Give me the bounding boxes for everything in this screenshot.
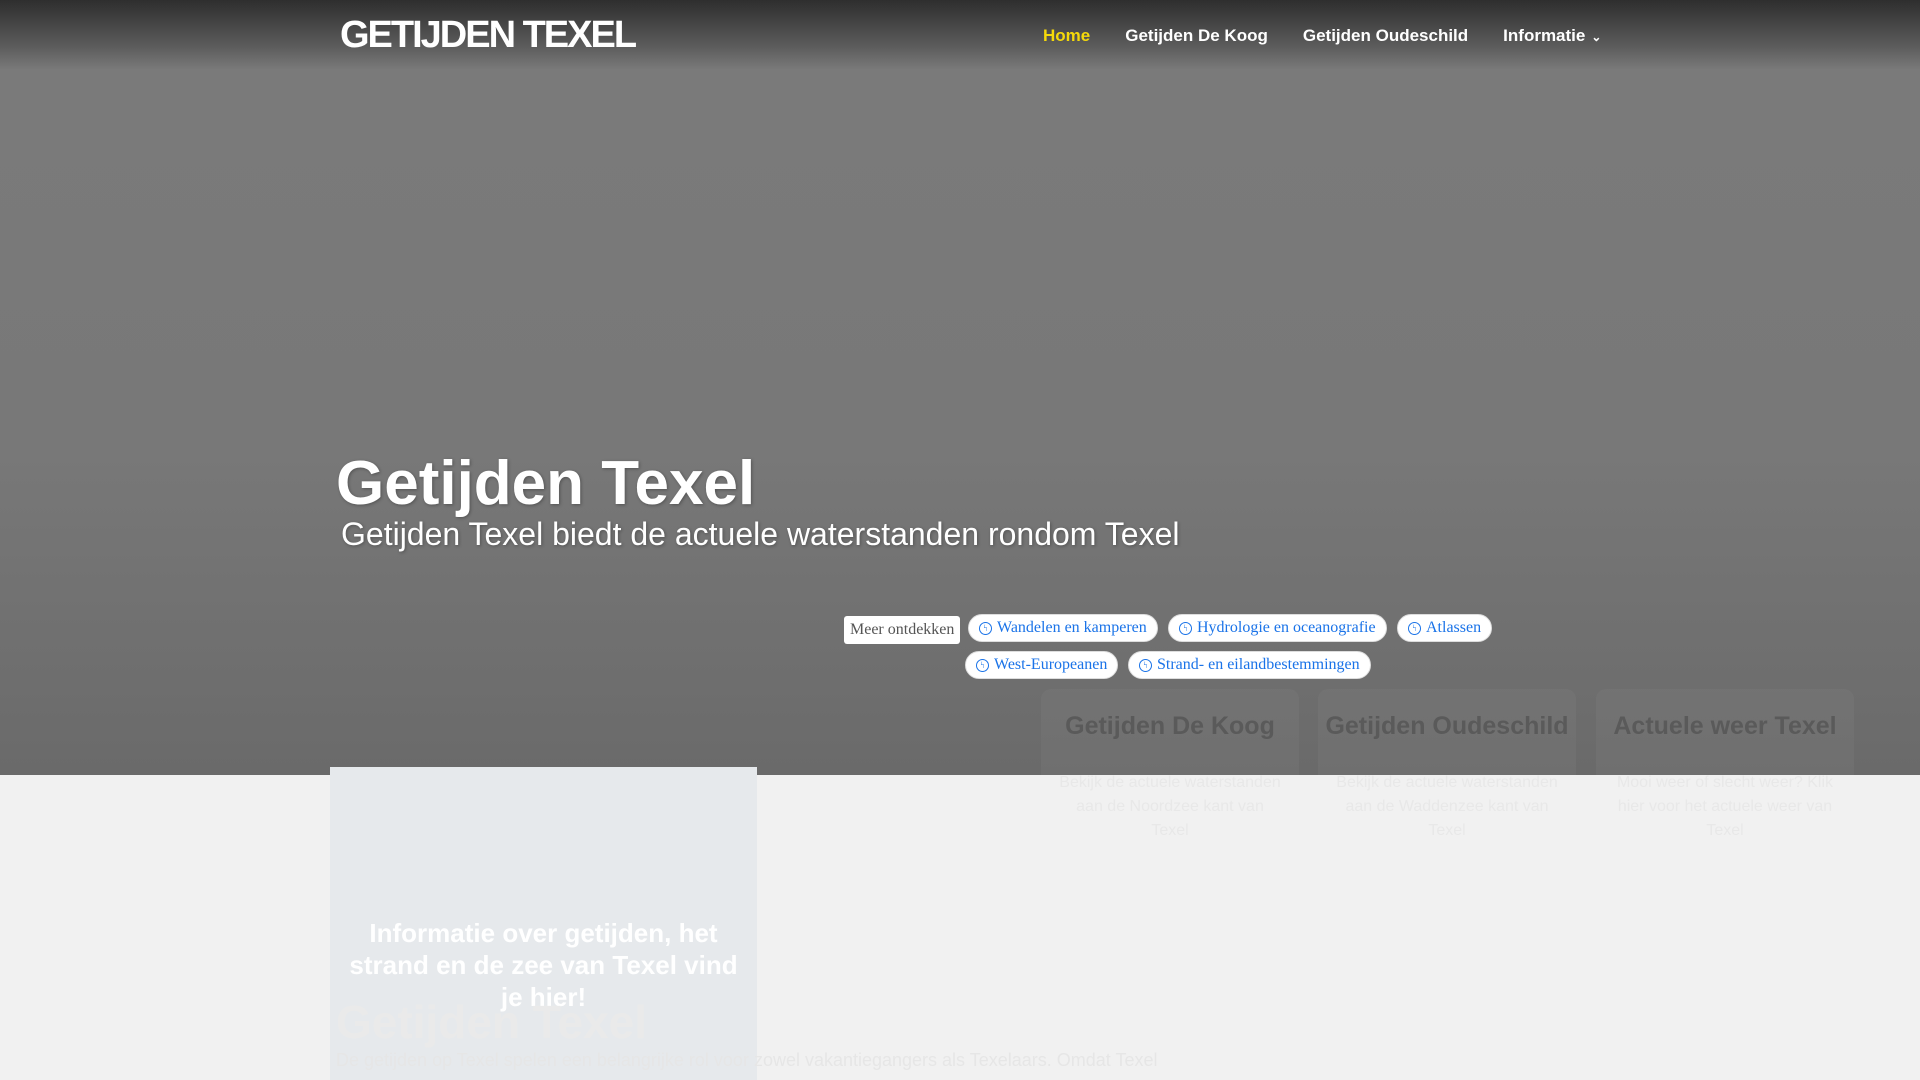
main-nav: Home Getijden De Koog Getijden Oudeschil… xyxy=(1043,26,1601,46)
chevron-down-icon: ⌄ xyxy=(1591,30,1602,44)
site-logo[interactable]: GETIJDEN TEXEL xyxy=(340,14,637,57)
card-desc: Bekijk de actuele waterstanden aan de No… xyxy=(1059,774,1281,839)
chip-wandelen[interactable]: ϟ Wandelen en kamperen xyxy=(968,614,1158,642)
bolt-icon: ϟ xyxy=(1139,658,1152,672)
card-desc: Mooi weer of slecht weer? Klik hier voor… xyxy=(1616,774,1834,839)
hero-background xyxy=(0,0,1920,775)
bolt-icon: ϟ xyxy=(976,658,989,672)
section-paragraph: De getijden op Texel spelen een belangri… xyxy=(336,1050,1158,1070)
chip-label: Strand- en eilandbestemmingen xyxy=(1157,656,1360,673)
nav-getijden-de-koog[interactable]: Getijden De Koog xyxy=(1125,26,1268,46)
card-title: Actuele weer Texel xyxy=(1613,712,1837,740)
hero-title: Getijden Texel xyxy=(336,449,756,518)
nav-informatie-label: Informatie xyxy=(1503,26,1586,45)
card-oudeschild[interactable]: Getijden Oudeschild Bekijk de actuele wat… xyxy=(1318,689,1576,989)
hero-subtitle: Getijden Texel biedt de actuele watersta… xyxy=(341,516,1180,552)
chip-label: Atlassen xyxy=(1426,619,1482,636)
nav-informatie[interactable]: Informatie ⌄ xyxy=(1503,26,1601,46)
bolt-icon: ϟ xyxy=(1408,621,1421,635)
card-title: Getijden De Koog xyxy=(1065,712,1275,740)
bolt-icon: ϟ xyxy=(1179,621,1192,635)
chip-strand[interactable]: ϟ Strand- en eilandbestemmingen xyxy=(1128,651,1371,679)
card-desc: Bekijk de actuele waterstanden aan de Wa… xyxy=(1336,774,1558,839)
chip-west-europeanen[interactable]: ϟ West-Europeanen xyxy=(965,651,1119,679)
chip-label: West-Europeanen xyxy=(994,656,1108,673)
chip-label: Wandelen en kamperen xyxy=(997,619,1147,636)
section-title: Getijden Texel xyxy=(336,996,648,1048)
chip-label: Hydrologie en oceanografie xyxy=(1197,619,1376,636)
card-title: Getijden Oudeschild xyxy=(1325,712,1569,740)
nav-home[interactable]: Home xyxy=(1043,26,1090,46)
card-weer[interactable]: Actuele weer Texel Mooi weer of slecht we… xyxy=(1596,689,1854,989)
discover-label: Meer ontdekken xyxy=(844,616,961,644)
chip-hydrologie[interactable]: ϟ Hydrologie en oceanografie xyxy=(1168,614,1387,642)
card-de-koog[interactable]: Getijden De Koog Bekijk de actuele waters… xyxy=(1041,689,1299,989)
chip-atlassen[interactable]: ϟ Atlassen xyxy=(1397,614,1493,642)
nav-getijden-oudeschild[interactable]: Getijden Oudeschild xyxy=(1303,26,1468,46)
bolt-icon: ϟ xyxy=(979,621,992,635)
